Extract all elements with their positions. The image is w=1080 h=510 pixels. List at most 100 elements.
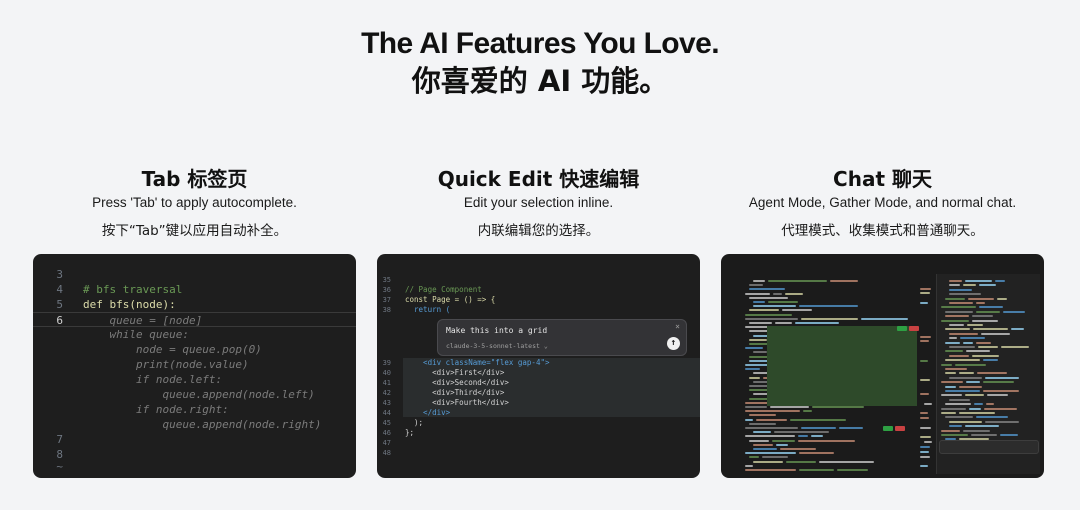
- code-line: 41 <div>Second</div>: [382, 378, 509, 387]
- placeholder-line: [745, 313, 792, 316]
- placeholder-line: [972, 319, 998, 322]
- placeholder-line: [941, 363, 952, 366]
- placeholder-line: [966, 350, 990, 353]
- placeholder-line: [949, 346, 975, 348]
- placeholder-line: [920, 436, 931, 439]
- placeholder-line: [920, 426, 931, 429]
- placeholder-line: [749, 422, 776, 425]
- code-line: 5 def bfs(node):: [56, 298, 176, 311]
- code-line: 45 );: [382, 418, 424, 427]
- reject-button[interactable]: [895, 426, 905, 431]
- feature-tab: Tab 标签页 Press 'Tab' to apply autocomplet…: [33, 166, 356, 241]
- placeholder-line: [799, 305, 858, 308]
- placeholder-line: [770, 406, 809, 408]
- placeholder-line: [965, 280, 992, 282]
- placeholder-line: [749, 288, 785, 291]
- placeholder-line: [941, 381, 963, 384]
- placeholder-line: [941, 319, 969, 322]
- placeholder-line: [941, 407, 966, 410]
- placeholder-line: [753, 301, 765, 303]
- placeholder-line: [945, 390, 980, 392]
- hero-subtitle: 你喜爱的 AI 功能。: [411, 64, 669, 98]
- placeholder-line: [786, 460, 816, 463]
- placeholder-line: [972, 354, 999, 357]
- placeholder-line: [819, 460, 874, 463]
- placeholder-line: [941, 434, 968, 436]
- placeholder-line: [949, 324, 964, 326]
- placeholder-line: [949, 293, 981, 296]
- placeholder-line: [803, 410, 812, 413]
- send-icon[interactable]: ↑: [667, 337, 680, 350]
- placeholder-line: [949, 398, 970, 401]
- ghost-suggestion-line: queue.append(node.right): [83, 418, 322, 431]
- placeholder-line: [780, 448, 816, 450]
- placeholder-line: [920, 450, 929, 453]
- placeholder-line: [795, 322, 839, 324]
- placeholder-line: [920, 292, 930, 295]
- placeholder-line: [798, 439, 855, 442]
- close-icon[interactable]: ×: [675, 322, 680, 331]
- chat-input[interactable]: [939, 440, 1039, 454]
- placeholder-line: [799, 469, 834, 471]
- placeholder-line: [812, 406, 864, 408]
- placeholder-line: [782, 309, 812, 312]
- placeholder-line: [967, 324, 983, 326]
- placeholder-line: [949, 337, 957, 340]
- diff-highlight: [767, 326, 917, 406]
- placeholder-line: [830, 280, 858, 282]
- placeholder-line: [955, 363, 986, 366]
- code-line: 47: [382, 439, 391, 447]
- code-line-current: 6 queue = [node]: [33, 312, 356, 327]
- placeholder-line: [920, 417, 929, 420]
- placeholder-line: [949, 280, 962, 282]
- accept-button[interactable]: [883, 426, 893, 431]
- code-line: 48: [382, 449, 391, 457]
- placeholder-line: [972, 315, 993, 318]
- reject-button[interactable]: [909, 326, 919, 331]
- quick-edit-input[interactable]: Make this into a grid: [446, 326, 547, 335]
- placeholder-line: [753, 351, 767, 354]
- placeholder-line: [945, 372, 956, 375]
- placeholder-line: [745, 435, 795, 438]
- chat-demo-editor: [721, 254, 1044, 478]
- placeholder-line: [749, 322, 772, 324]
- code-line: 4 # bfs traversal: [56, 283, 183, 296]
- placeholder-line: [773, 292, 782, 295]
- placeholder-line: [976, 416, 1008, 419]
- placeholder-line: [745, 292, 770, 295]
- placeholder-line: [945, 341, 960, 344]
- accept-button[interactable]: [897, 326, 907, 331]
- placeholder-line: [945, 297, 965, 300]
- placeholder-line: [965, 394, 984, 397]
- placeholder-line: [959, 372, 974, 375]
- placeholder-line: [772, 439, 795, 442]
- placeholder-line: [837, 469, 868, 471]
- code-line: 7: [56, 433, 63, 446]
- placeholder-line: [745, 368, 760, 371]
- code-line: 39 <div className="flex gap-4">: [382, 358, 550, 367]
- code-line: 35: [382, 276, 391, 284]
- ghost-suggestion-line: while queue:: [83, 328, 189, 341]
- placeholder-line: [974, 403, 983, 406]
- placeholder-line: [811, 435, 823, 438]
- placeholder-line: [971, 434, 997, 436]
- placeholder-line: [945, 385, 956, 388]
- model-selector[interactable]: claude-3-5-sonnet-latest ⌄: [446, 342, 548, 350]
- placeholder-line: [965, 425, 999, 428]
- placeholder-line: [1001, 346, 1029, 348]
- placeholder-line: [949, 425, 962, 428]
- placeholder-line: [749, 296, 788, 299]
- placeholder-line: [768, 280, 827, 282]
- placeholder-line: [985, 376, 1019, 379]
- placeholder-line: [801, 317, 858, 320]
- code-line: ~: [56, 460, 63, 473]
- placeholder-line: [949, 354, 969, 357]
- placeholder-line: [959, 412, 995, 414]
- placeholder-line: [941, 394, 962, 397]
- placeholder-line: [839, 427, 863, 429]
- placeholder-line: [983, 381, 1014, 384]
- placeholder-line: [997, 297, 1007, 300]
- placeholder-line: [963, 429, 990, 432]
- placeholder-line: [924, 402, 932, 405]
- placeholder-line: [976, 341, 991, 344]
